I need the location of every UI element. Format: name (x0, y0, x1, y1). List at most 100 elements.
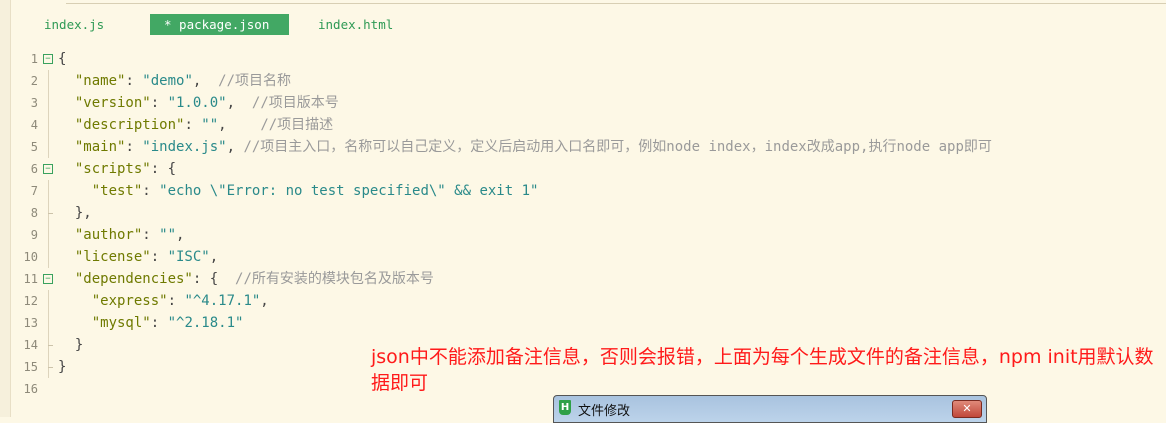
punctuation (58, 271, 75, 287)
fold-guide (48, 334, 53, 356)
json-string: "" (201, 117, 219, 133)
line-number: 6 (30, 162, 38, 176)
comment: //项目描述 (260, 117, 334, 133)
punctuation: : (184, 117, 202, 133)
code-text: "main": "index.js", //项目主入口，名称可以自己定义，定义后… (58, 136, 992, 158)
json-key: "scripts" (74, 161, 151, 177)
code-text: "mysql": "^2.18.1" (58, 312, 244, 334)
line-number: 15 (23, 360, 38, 374)
punctuation: , (176, 227, 185, 243)
line-number: 10 (23, 250, 38, 264)
json-string: "1.0.0" (167, 95, 227, 111)
json-key: "main" (74, 139, 126, 155)
punctuation: : (150, 95, 168, 111)
punctuation (58, 183, 92, 199)
punctuation: }, (58, 205, 92, 221)
punctuation: , (218, 117, 261, 133)
line-number: 9 (30, 228, 38, 242)
code-text: "express": "^4.17.1", (58, 290, 269, 312)
json-key: "description" (74, 117, 185, 133)
punctuation (58, 117, 75, 133)
json-string: "echo \"Error: no test specified\" && ex… (159, 183, 539, 199)
fold-guide (48, 224, 49, 246)
file-modified-dialog: H 文件修改 ✕ (553, 395, 987, 423)
punctuation (58, 249, 75, 265)
punctuation (58, 161, 75, 177)
comment: //项目版本号 (251, 95, 339, 111)
fold-guide (48, 92, 49, 114)
punctuation: , (209, 249, 219, 265)
code-text: "description": "", //项目描述 (58, 114, 333, 136)
fold-guide (48, 290, 49, 312)
punctuation: } (58, 337, 84, 353)
json-string: "^2.18.1" (167, 315, 244, 331)
punctuation: : (142, 183, 160, 199)
fold-guide (48, 246, 49, 268)
comment: //所有安装的模块包名及版本号 (235, 271, 434, 287)
json-key: "express" (91, 293, 168, 309)
code-text: }, (58, 202, 92, 224)
code-text: "test": "echo \"Error: no test specified… (58, 180, 539, 202)
tab-package-json[interactable]: * package.json (150, 14, 289, 35)
close-button[interactable]: ✕ (952, 400, 982, 418)
code-text: } (58, 356, 66, 378)
punctuation: , (260, 293, 269, 309)
punctuation (58, 73, 75, 89)
json-string: "" (159, 227, 177, 243)
line-number: 5 (30, 140, 38, 154)
dialog-title: 文件修改 (578, 404, 631, 419)
code-text: "license": "ISC", (58, 246, 218, 268)
punctuation: : (125, 73, 143, 89)
fold-guide (48, 114, 49, 136)
line-number: 11 (23, 272, 38, 286)
fold-toggle-icon[interactable]: − (43, 274, 53, 284)
line-number: 1 (30, 52, 38, 66)
divider (66, 0, 1166, 4)
json-string: "ISC" (167, 249, 210, 265)
fold-toggle-icon[interactable]: − (43, 164, 53, 174)
line-number: 16 (23, 382, 38, 396)
punctuation: : { (192, 271, 236, 287)
json-string: "demo" (142, 73, 193, 89)
json-string: "index.js" (142, 139, 227, 155)
tab-index-html[interactable]: index.html (304, 14, 407, 35)
line-number: 2 (30, 74, 38, 88)
punctuation (58, 227, 75, 243)
code-text: "dependencies": { //所有安装的模块包名及版本号 (58, 268, 434, 290)
punctuation: , (192, 73, 219, 89)
comment: //项目主入口，名称可以自己定义，定义后启动用入口名即可，例如node inde… (243, 139, 992, 155)
fold-guide (48, 202, 53, 224)
hbuilder-app-icon: H (559, 400, 571, 415)
punctuation: : (150, 315, 168, 331)
json-key: "author" (74, 227, 143, 243)
code-text: "version": "1.0.0", //项目版本号 (58, 92, 339, 114)
punctuation (58, 95, 75, 111)
code-text: { (58, 48, 66, 70)
line-number: 7 (30, 184, 38, 198)
fold-guide (48, 70, 49, 92)
annotation-text: json中不能添加备注信息，否则会报错，上面为每个生成文件的备注信息，npm i… (371, 346, 1154, 394)
json-key: "dependencies" (74, 271, 193, 287)
line-number: 12 (23, 294, 38, 308)
line-number: 3 (30, 96, 38, 110)
code-text: "author": "", (58, 224, 185, 246)
punctuation: : (167, 293, 185, 309)
punctuation (58, 139, 75, 155)
line-number: 8 (30, 206, 38, 220)
fold-guide (48, 356, 53, 378)
line-number: 4 (30, 118, 38, 132)
punctuation: , (226, 95, 252, 111)
punctuation: : { (150, 161, 177, 177)
json-key: "name" (74, 73, 126, 89)
punctuation: : (150, 249, 168, 265)
code-text: } (58, 334, 83, 356)
fold-toggle-icon[interactable]: − (43, 54, 53, 64)
json-key: "version" (74, 95, 151, 111)
punctuation: } (58, 359, 67, 375)
top-bar (0, 0, 1166, 4)
fold-guide (48, 180, 49, 202)
punctuation (58, 315, 92, 331)
code-text: "name": "demo", //项目名称 (58, 70, 291, 92)
tab-index-js[interactable]: index.js (30, 14, 118, 35)
json-key: "license" (74, 249, 151, 265)
